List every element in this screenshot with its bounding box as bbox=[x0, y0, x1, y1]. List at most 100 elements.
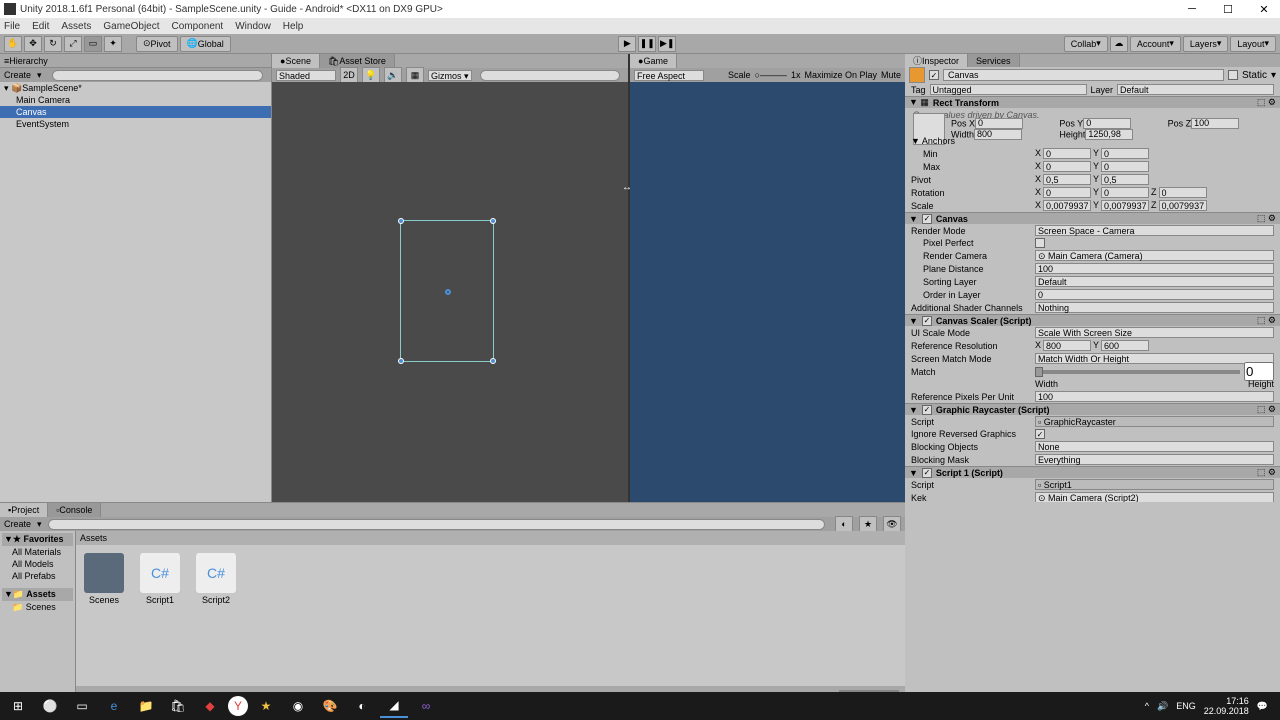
filter-icon[interactable]: ◐ bbox=[835, 516, 853, 532]
gizmos-dropdown[interactable]: Gizmos ▾ bbox=[428, 70, 472, 81]
tab-inspector[interactable]: ⓘ Inspector bbox=[905, 54, 968, 67]
pos-y[interactable] bbox=[1083, 118, 1131, 129]
edge-icon[interactable]: e bbox=[100, 694, 128, 718]
assets-header[interactable]: ▼📁 Assets bbox=[2, 588, 73, 601]
volume-icon[interactable]: 🔊 bbox=[1157, 701, 1168, 712]
asset-script2[interactable]: C# Script2 bbox=[196, 553, 236, 605]
pos-x[interactable] bbox=[975, 118, 1023, 129]
raycaster-header[interactable]: ▼ Graphic Raycaster (Script)⬚ ⚙ bbox=[905, 403, 1280, 415]
anchor-min-y[interactable] bbox=[1101, 148, 1149, 159]
start-button[interactable]: ⊞ bbox=[4, 694, 32, 718]
project-create[interactable]: Create bbox=[4, 519, 31, 529]
anchor-max-y[interactable] bbox=[1101, 161, 1149, 172]
account-button[interactable]: Account ▾ bbox=[1130, 36, 1181, 52]
mute-toggle[interactable]: Mute bbox=[881, 70, 901, 80]
vs-icon[interactable]: ∞ bbox=[412, 694, 440, 718]
ref-pixels-field[interactable] bbox=[1035, 391, 1274, 402]
sorting-layer-dropdown[interactable]: Default bbox=[1035, 276, 1274, 287]
tag-dropdown[interactable]: Untagged bbox=[930, 84, 1087, 95]
eye-icon[interactable]: 👁 bbox=[883, 516, 901, 532]
pos-z[interactable] bbox=[1191, 118, 1239, 129]
scale-tool[interactable]: ⤢ bbox=[64, 36, 82, 52]
scene-view[interactable]: ↔ bbox=[272, 82, 628, 502]
favorites-header[interactable]: ▼★ Favorites bbox=[2, 533, 73, 546]
hand-tool[interactable]: ✋ bbox=[4, 36, 22, 52]
clock-date[interactable]: 22.09.2018 bbox=[1204, 706, 1249, 716]
scale-y[interactable] bbox=[1101, 200, 1149, 211]
kek-field[interactable]: ⊙ Main Camera (Script2) bbox=[1035, 492, 1274, 502]
menu-file[interactable]: File bbox=[4, 21, 20, 32]
project-content[interactable]: Scenes C# Script1 C# Script2 bbox=[76, 545, 905, 686]
rect-tool[interactable]: ▭ bbox=[84, 36, 102, 52]
canvas-gizmo[interactable] bbox=[400, 220, 494, 362]
hierarchy-search[interactable] bbox=[52, 70, 263, 81]
ui-scale-mode-dropdown[interactable]: Scale With Screen Size bbox=[1035, 327, 1274, 338]
scale-z[interactable] bbox=[1159, 200, 1207, 211]
star-app-icon[interactable]: ★ bbox=[252, 694, 280, 718]
render-mode-dropdown[interactable]: Screen Space - Camera bbox=[1035, 225, 1274, 236]
fav-all-models[interactable]: All Models bbox=[2, 558, 73, 570]
step-button[interactable]: ▶❚ bbox=[658, 36, 676, 52]
object-name-field[interactable] bbox=[943, 69, 1224, 81]
pause-button[interactable]: ❚❚ bbox=[638, 36, 656, 52]
collab-button[interactable]: Collab ▾ bbox=[1064, 36, 1108, 52]
aspect-dropdown[interactable]: Free Aspect bbox=[634, 70, 704, 81]
fx-icon[interactable]: ▦ bbox=[406, 67, 424, 83]
menu-edit[interactable]: Edit bbox=[32, 21, 49, 32]
mode-2d[interactable]: 2D bbox=[340, 67, 358, 83]
asset-script1[interactable]: C# Script1 bbox=[140, 553, 180, 605]
task-view-icon[interactable]: ▭ bbox=[68, 694, 96, 718]
play-button[interactable]: ▶ bbox=[618, 36, 636, 52]
static-checkbox[interactable] bbox=[1228, 70, 1238, 80]
menu-gameobject[interactable]: GameObject bbox=[103, 21, 159, 32]
tab-game[interactable]: ● Game bbox=[630, 54, 677, 68]
tab-project[interactable]: ▪ Project bbox=[0, 503, 48, 517]
tab-services[interactable]: Services bbox=[968, 54, 1020, 67]
tab-console[interactable]: ▫ Console bbox=[48, 503, 101, 517]
scene-root[interactable]: ▾ 📦 SampleScene* bbox=[0, 82, 271, 94]
paint-icon[interactable]: 🎨 bbox=[316, 694, 344, 718]
hierarchy-item-canvas[interactable]: Canvas bbox=[0, 106, 271, 118]
lighting-icon[interactable]: 💡 bbox=[362, 67, 380, 83]
hierarchy-create[interactable]: Create bbox=[4, 70, 31, 80]
asset-scenes[interactable]: Scenes bbox=[84, 553, 124, 605]
rot-z[interactable] bbox=[1159, 187, 1207, 198]
store-icon[interactable]: 🛍 bbox=[164, 694, 192, 718]
clock-time[interactable]: 17:16 bbox=[1204, 696, 1249, 706]
menu-component[interactable]: Component bbox=[172, 21, 224, 32]
app-icon-1[interactable]: ◆ bbox=[196, 694, 224, 718]
obs-icon[interactable]: ◐ bbox=[348, 694, 376, 718]
breadcrumb[interactable]: Assets bbox=[80, 533, 107, 543]
ignore-reversed-checkbox[interactable] bbox=[1035, 429, 1045, 439]
search-icon[interactable]: ⚪ bbox=[36, 694, 64, 718]
tray-up-icon[interactable]: ^ bbox=[1145, 701, 1149, 711]
canvas-scaler-header[interactable]: ▼ Canvas Scaler (Script)⬚ ⚙ bbox=[905, 314, 1280, 326]
scale-x[interactable] bbox=[1043, 200, 1091, 211]
draw-mode[interactable]: Shaded bbox=[276, 70, 336, 81]
pivot-y[interactable] bbox=[1101, 174, 1149, 185]
explorer-icon[interactable]: 📁 bbox=[132, 694, 160, 718]
cloud-icon[interactable]: ☁ bbox=[1110, 36, 1128, 52]
match-slider[interactable] bbox=[1035, 367, 1043, 377]
script1-header[interactable]: ▼ Script 1 (Script)⬚ ⚙ bbox=[905, 466, 1280, 478]
tab-asset-store[interactable]: 🛍 Asset Store bbox=[320, 54, 395, 68]
order-layer-field[interactable] bbox=[1035, 289, 1274, 300]
global-button[interactable]: 🌐 Global bbox=[180, 36, 231, 52]
scene-search[interactable] bbox=[480, 70, 620, 81]
minimize-button[interactable]: ─ bbox=[1180, 1, 1204, 17]
close-button[interactable]: ✕ bbox=[1252, 1, 1276, 17]
active-checkbox[interactable] bbox=[929, 70, 939, 80]
blocking-objects-dropdown[interactable]: None bbox=[1035, 441, 1274, 452]
tab-scene[interactable]: ● Scene bbox=[272, 54, 320, 68]
rot-y[interactable] bbox=[1101, 187, 1149, 198]
layout-button[interactable]: Layout ▾ bbox=[1230, 36, 1276, 52]
game-view[interactable] bbox=[630, 82, 905, 502]
blocking-mask-dropdown[interactable]: Everything bbox=[1035, 454, 1274, 465]
layer-dropdown[interactable]: Default bbox=[1117, 84, 1274, 95]
lang-indicator[interactable]: ENG bbox=[1176, 701, 1196, 711]
transform-tool[interactable]: ✦ bbox=[104, 36, 122, 52]
hierarchy-tab[interactable]: ≡ Hierarchy bbox=[0, 54, 271, 68]
ref-res-y[interactable] bbox=[1101, 340, 1149, 351]
audio-icon[interactable]: 🔊 bbox=[384, 67, 402, 83]
notification-icon[interactable]: 💬 bbox=[1257, 701, 1268, 712]
